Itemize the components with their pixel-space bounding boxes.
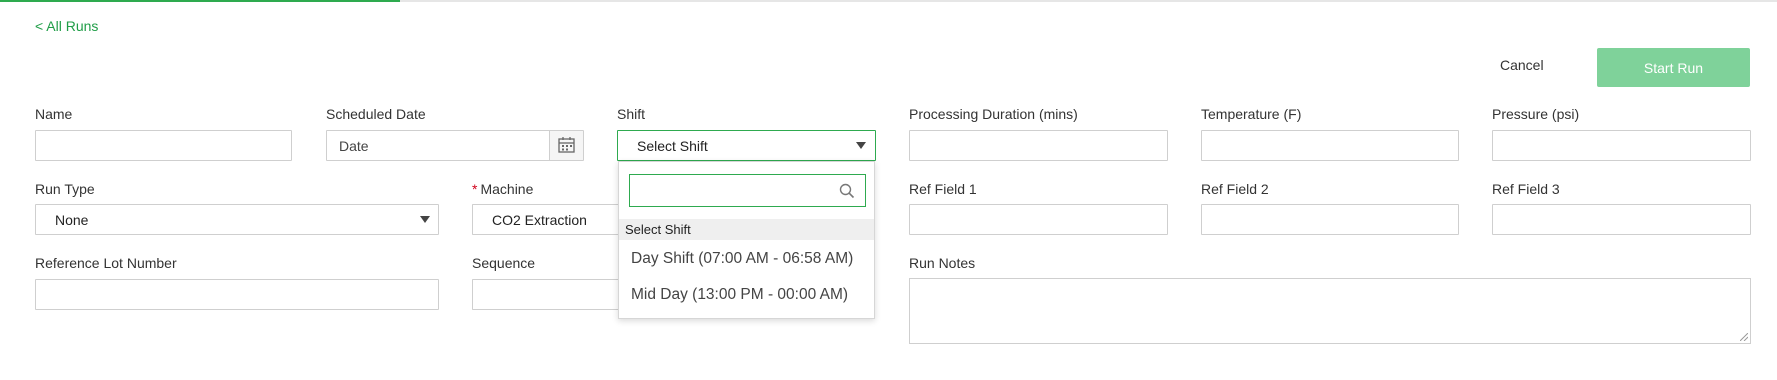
resize-handle-icon[interactable]	[1740, 333, 1748, 341]
shift-selected-value: Select Shift	[637, 138, 708, 154]
sequence-label: Sequence	[472, 255, 536, 271]
run-type-label: Run Type	[35, 181, 95, 197]
sequence-input[interactable]	[472, 279, 622, 310]
cancel-button[interactable]: Cancel	[1500, 57, 1544, 73]
ref-field-1-label: Ref Field 1	[909, 181, 977, 197]
machine-select[interactable]: CO2 Extraction	[472, 204, 622, 235]
processing-duration-input[interactable]	[909, 130, 1168, 161]
ref-field-2-input[interactable]	[1201, 204, 1459, 235]
dropdown-group-header-label: Select Shift	[625, 222, 691, 237]
shift-option-day-shift[interactable]: Day Shift (07:00 AM - 06:58 AM)	[631, 250, 853, 268]
ref-field-1-input[interactable]	[909, 204, 1168, 235]
chevron-down-icon	[420, 216, 430, 223]
run-type-select[interactable]: None	[35, 204, 439, 235]
machine-label-text: Machine	[480, 181, 534, 197]
reference-lot-label: Reference Lot Number	[35, 255, 177, 271]
shift-dropdown: Select Shift Day Shift (07:00 AM - 06:58…	[618, 161, 875, 319]
scheduled-date-input[interactable]: Date	[326, 130, 584, 161]
temperature-label: Temperature (F)	[1201, 106, 1302, 122]
processing-duration-label: Processing Duration (mins)	[909, 106, 1078, 122]
ref-field-3-input[interactable]	[1492, 204, 1751, 235]
shift-search-input[interactable]	[629, 174, 866, 207]
run-notes-textarea[interactable]	[909, 278, 1751, 344]
machine-selected-value: CO2 Extraction	[492, 212, 587, 228]
scheduled-date-placeholder: Date	[339, 138, 369, 154]
calendar-button[interactable]	[549, 131, 583, 160]
dropdown-group-header: Select Shift	[619, 219, 874, 240]
ref-field-2-label: Ref Field 2	[1201, 181, 1269, 197]
name-label: Name	[35, 106, 73, 122]
machine-label: * Machine	[472, 181, 533, 197]
start-run-button[interactable]: Start Run	[1597, 48, 1750, 87]
chevron-down-icon	[856, 142, 866, 149]
page-progress-bar	[0, 0, 1777, 2]
start-run-label: Start Run	[1643, 59, 1704, 76]
ref-field-3-label: Ref Field 3	[1492, 181, 1560, 197]
run-notes-label: Run Notes	[909, 255, 976, 271]
shift-option-mid-day[interactable]: Mid Day (13:00 PM - 00:00 AM)	[631, 286, 848, 304]
all-runs-link[interactable]: < All Runs	[35, 18, 98, 34]
pressure-label: Pressure (psi)	[1492, 106, 1580, 122]
shift-select[interactable]: Select Shift	[617, 130, 876, 161]
run-type-selected-value: None	[55, 212, 89, 228]
pressure-input[interactable]	[1492, 130, 1751, 161]
required-marker: *	[472, 181, 478, 197]
reference-lot-input[interactable]	[35, 279, 439, 310]
page-progress-fill	[0, 0, 400, 2]
name-input[interactable]	[35, 130, 292, 161]
scheduled-date-label: Scheduled Date	[326, 106, 426, 122]
search-icon	[839, 183, 855, 199]
calendar-icon	[558, 137, 575, 153]
shift-label: Shift	[617, 106, 646, 122]
temperature-input[interactable]	[1201, 130, 1459, 161]
